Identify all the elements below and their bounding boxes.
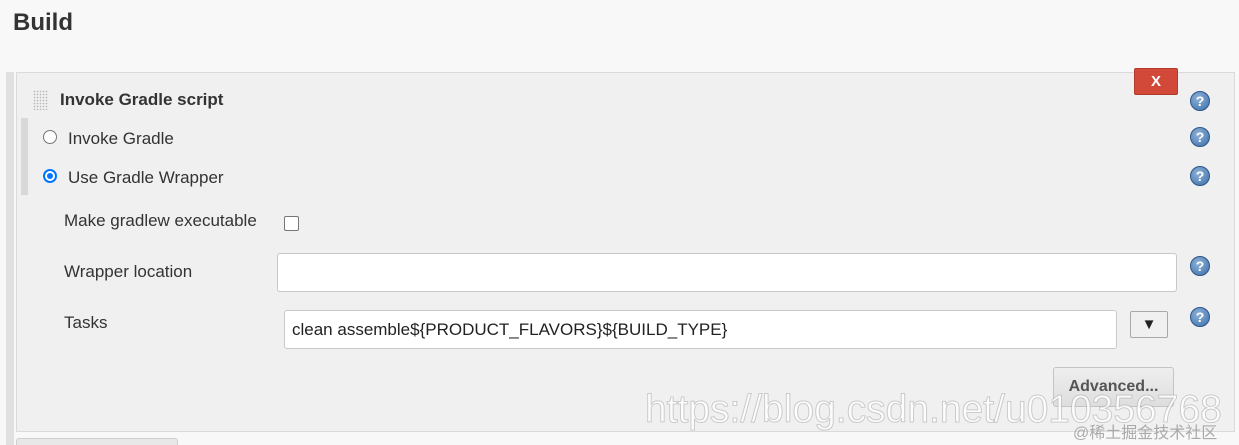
delete-step-button[interactable]: X: [1134, 68, 1178, 95]
drag-handle-icon[interactable]: [33, 90, 48, 110]
section-side-bar: [6, 72, 14, 445]
invoke-gradle-label: Invoke Gradle: [68, 129, 174, 148]
section-title-build: Build: [13, 9, 73, 36]
radio-group-side-bar: [21, 118, 28, 195]
wrapper-location-label: Wrapper location: [64, 262, 193, 281]
help-icon-step[interactable]: ?: [1190, 91, 1210, 111]
make-gradlew-executable-label: Make gradlew executable: [64, 211, 257, 230]
help-icon-wrapper-location[interactable]: ?: [1190, 256, 1210, 276]
add-build-step-button[interactable]: [16, 438, 178, 445]
use-gradle-wrapper-radio[interactable]: [43, 169, 57, 183]
help-icon-invoke-gradle[interactable]: ?: [1190, 127, 1210, 147]
tasks-label: Tasks: [64, 313, 108, 332]
help-icon-use-wrapper[interactable]: ?: [1190, 166, 1210, 186]
wrapper-location-input[interactable]: [277, 253, 1177, 292]
invoke-gradle-radio[interactable]: [43, 130, 57, 144]
build-step-title: Invoke Gradle script: [60, 90, 224, 109]
make-gradlew-executable-checkbox[interactable]: [284, 216, 299, 231]
help-icon-tasks[interactable]: ?: [1190, 307, 1210, 327]
watermark-site: @稀土掘金技术社区: [1073, 425, 1218, 442]
use-gradle-wrapper-label: Use Gradle Wrapper: [68, 168, 224, 187]
tasks-expand-button[interactable]: ▼: [1130, 311, 1168, 338]
tasks-input[interactable]: [284, 310, 1117, 349]
